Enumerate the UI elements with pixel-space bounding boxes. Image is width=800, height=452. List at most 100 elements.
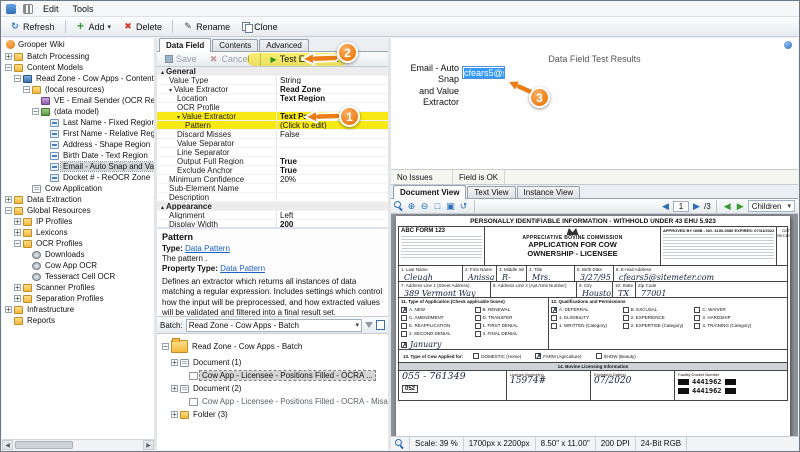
editor-tab[interactable]: Contents — [212, 39, 258, 51]
expander-icon[interactable] — [171, 385, 178, 392]
help-property-type-link[interactable]: Data Pattern — [220, 264, 265, 273]
expander-icon[interactable] — [14, 75, 21, 82]
previous-page-icon[interactable]: ◀ — [660, 201, 671, 212]
add-button[interactable]: + Add ▾ — [71, 21, 117, 33]
save-button[interactable]: Save — [160, 53, 202, 65]
zoom-select-icon[interactable] — [394, 201, 404, 211]
filter-icon[interactable] — [365, 322, 373, 328]
property-row[interactable]: Sub-Element Name — [157, 184, 388, 193]
navigate-forward-icon[interactable]: ▶ — [735, 201, 746, 212]
tree-node[interactable]: Data Extraction — [2, 194, 154, 205]
batch-select[interactable]: Read Zone - Cow Apps - Batch ▾ — [186, 319, 362, 332]
tree-node[interactable]: First Name - Relative Region — [2, 128, 154, 139]
expander-icon[interactable] — [23, 86, 30, 93]
tree-node[interactable]: Birth Date - Text Region — [2, 150, 154, 161]
refresh-button[interactable]: ↻ Refresh — [5, 20, 60, 33]
app-icon[interactable] — [6, 4, 16, 14]
expander-icon[interactable] — [171, 359, 178, 366]
property-value[interactable]: Text Pattern — [277, 112, 388, 121]
editor-tab[interactable]: Data Field — [159, 38, 211, 52]
delete-button[interactable]: ✖ Delete — [118, 20, 167, 33]
tree-horizontal-scrollbar[interactable]: ◀ ▶ — [2, 439, 154, 450]
property-row[interactable]: Location Text Region — [157, 94, 388, 103]
menu-item[interactable]: Tools — [70, 4, 97, 14]
tree-node[interactable]: Cow Application — [2, 183, 154, 194]
property-value[interactable]: False — [277, 130, 388, 139]
tree-node[interactable]: Content Models — [2, 62, 154, 73]
batch-tree-node[interactable]: Document (1) — [159, 356, 388, 369]
property-row[interactable]: General — [157, 67, 388, 76]
expander-icon[interactable] — [5, 207, 12, 214]
tree-node[interactable]: OCR Profiles — [2, 238, 154, 249]
tree-node[interactable]: Docket # - ReOCR Zone — [2, 172, 154, 183]
expander-icon[interactable] — [5, 196, 12, 203]
tree-node[interactable]: Address - Shape Region — [2, 139, 154, 150]
tree-node[interactable]: Downloads — [2, 249, 154, 260]
tree-node[interactable]: Tesseract Cell OCR — [2, 271, 154, 282]
property-value[interactable]: (Click to edit) — [277, 121, 388, 130]
property-row[interactable]: Description — [157, 193, 388, 202]
scroll-right-icon[interactable]: ▶ — [143, 440, 154, 450]
scroll-left-icon[interactable]: ◀ — [2, 440, 13, 450]
tree-node[interactable]: (local resources) — [2, 84, 154, 95]
property-value[interactable]: 200 — [277, 220, 388, 229]
batch-tree-node[interactable]: Folder (3) — [159, 408, 388, 421]
batch-tree-node[interactable]: Document (2) — [159, 382, 388, 395]
zoom-in-icon[interactable]: ⊕ — [406, 201, 417, 212]
tree-node[interactable]: IP Profiles — [2, 216, 154, 227]
property-value[interactable]: Read Zone — [277, 85, 388, 94]
viewer-tab[interactable]: Instance View — [517, 186, 581, 198]
tree-node[interactable]: Read Zone - Cow Apps - Content Model — [2, 73, 154, 84]
property-value[interactable]: 20% — [277, 175, 388, 184]
rotate-icon[interactable]: ↺ — [458, 201, 469, 212]
property-row[interactable]: Discard Misses False — [157, 130, 388, 139]
property-value[interactable]: True — [277, 166, 388, 175]
property-row[interactable]: Value Separator — [157, 139, 388, 148]
clone-button[interactable]: Clone — [237, 21, 283, 33]
tree-node[interactable]: Scanner Profiles — [2, 282, 154, 293]
children-select[interactable]: Children ▾ — [748, 200, 795, 212]
tree-node[interactable]: Email - Auto Snap and Value Extractor — [2, 161, 154, 172]
tree-node[interactable]: Batch Processing — [2, 51, 154, 62]
property-row[interactable]: Exclude Anchor True — [157, 166, 388, 175]
view-icon[interactable] — [23, 4, 33, 14]
page-number-input[interactable] — [673, 201, 689, 212]
document-viewer[interactable]: PERSONALLY IDENTIFIABLE INFORMATION - WI… — [391, 214, 798, 436]
scrollbar-thumb[interactable] — [15, 441, 73, 449]
tree-node[interactable]: (data model) — [2, 106, 154, 117]
next-page-icon[interactable]: ▶ — [691, 201, 702, 212]
batch-view-icon[interactable] — [376, 320, 385, 330]
viewer-tab[interactable]: Text View — [467, 186, 515, 198]
fit-width-icon[interactable]: ▣ — [445, 201, 456, 212]
grooper-wiki-link[interactable]: Grooper Wiki — [2, 38, 154, 51]
tree-node[interactable]: Separation Profiles — [2, 293, 154, 304]
expander-icon[interactable] — [14, 218, 21, 225]
property-row[interactable]: Value Extractor Read Zone — [157, 85, 388, 94]
tree-node[interactable]: Infrastructure — [2, 304, 154, 315]
expander-icon[interactable] — [14, 229, 21, 236]
tree-node[interactable]: Reports — [2, 315, 154, 326]
property-row[interactable]: Line Separator — [157, 148, 388, 157]
property-row[interactable]: Minimum Confidence 20% — [157, 175, 388, 184]
expander-icon[interactable] — [171, 411, 178, 418]
expander-icon[interactable] — [14, 240, 21, 247]
property-value[interactable]: Left — [277, 211, 388, 220]
property-row[interactable]: Value Type String — [157, 76, 388, 85]
tree-node[interactable]: Last Name - Fixed Region — [2, 117, 154, 128]
batch-tree-node[interactable]: Read Zone - Cow Apps - Batch — [159, 336, 388, 356]
fit-page-icon[interactable]: □ — [432, 201, 443, 212]
property-value[interactable]: String — [277, 76, 388, 85]
batch-tree-node[interactable]: Cow App - Licensee - Positions Filled - … — [159, 369, 388, 382]
property-row[interactable]: Display Width 200 — [157, 220, 388, 229]
tree-node[interactable]: VE - Email Sender (OCR Reader) — [2, 95, 154, 106]
tree-node[interactable]: Global Resources — [2, 205, 154, 216]
expander-icon[interactable] — [5, 64, 12, 71]
viewer-tab[interactable]: Document View — [393, 185, 466, 199]
options-icon[interactable] — [784, 41, 792, 49]
expander-icon[interactable] — [5, 306, 12, 313]
menu-item[interactable]: Edit — [40, 4, 62, 14]
property-value[interactable]: True — [277, 157, 388, 166]
scrollbar-track[interactable] — [13, 440, 143, 450]
navigate-back-icon[interactable]: ◀ — [722, 201, 733, 212]
property-row[interactable]: Output Full Region True — [157, 157, 388, 166]
